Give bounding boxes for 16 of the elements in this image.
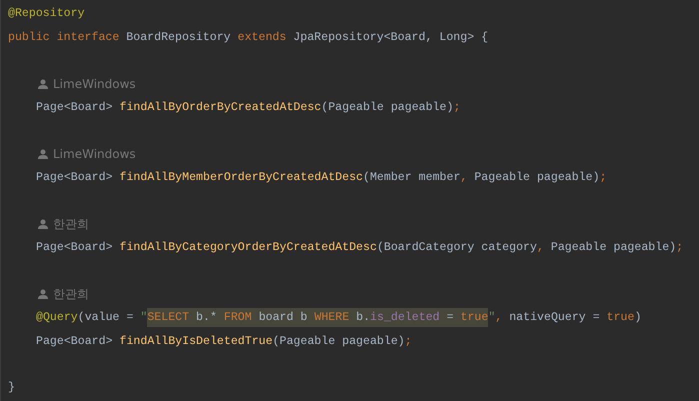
user-icon (38, 289, 48, 300)
code-line: Page<Board> findAllByCategoryOrderByCreatedAtDesc(BoardCategory category, Pageable pageable); (36, 241, 684, 254)
code-line: @Query(value = "SELECT b.* FROM board b WHERE b.is_deleted = true", nativeQuery = true) (36, 311, 642, 324)
code-line: Page<Board> findAllByMemberOrderByCreatedAtDesc(Member member, Pageable pageable); (36, 170, 607, 184)
code-author[interactable]: LimeWindows (53, 76, 136, 91)
code-author[interactable]: LimeWindows (53, 147, 136, 162)
code-line: public interface BoardRepository extends JpaRepository<Board, Long> { (8, 30, 488, 44)
code-line: @Repository (8, 7, 85, 20)
code-author[interactable]: 한관희 (53, 286, 89, 303)
code-line: } (8, 381, 15, 394)
code-author[interactable]: 한관희 (53, 216, 89, 233)
user-icon (38, 219, 48, 230)
user-icon (38, 149, 48, 160)
code-line: Page<Board> findAllByOrderByCreatedAtDesc(Pageable pageable); (36, 100, 460, 114)
user-icon (38, 78, 48, 89)
code-line: Page<Board> findAllByIsDeletedTrue(Pageable pageable); (36, 334, 412, 348)
